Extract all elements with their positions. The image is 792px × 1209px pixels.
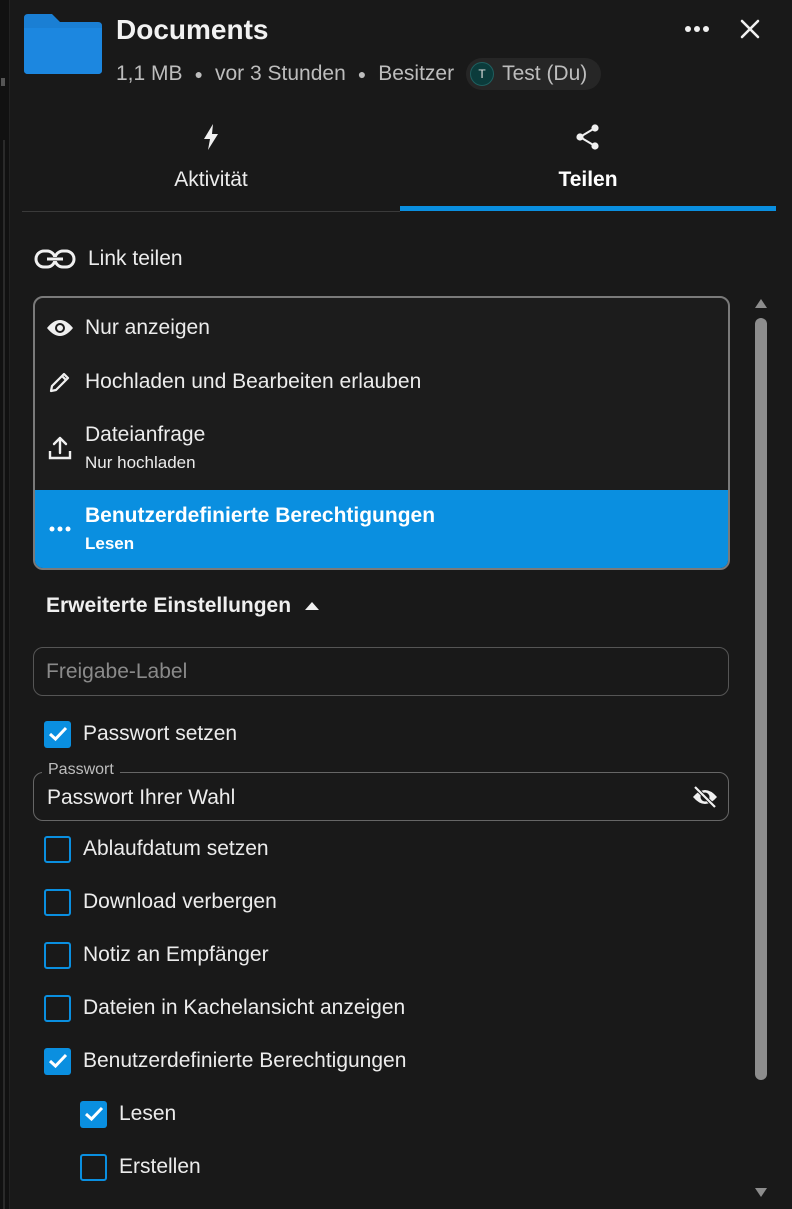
- menu-item-upload-edit[interactable]: Hochladen und Bearbeiten erlauben: [35, 360, 728, 404]
- checkbox-unchecked-icon: [44, 835, 71, 863]
- tab-share[interactable]: Teilen: [400, 120, 776, 212]
- checkbox-unchecked-icon: [44, 994, 71, 1022]
- eye-off-icon: [693, 785, 717, 809]
- chevron-up-icon: [305, 602, 320, 610]
- grid-view-checkbox[interactable]: Dateien in Kachelansicht anzeigen: [44, 993, 405, 1023]
- checkbox-unchecked-icon: [44, 941, 71, 969]
- checkbox-label: Ablaufdatum setzen: [83, 837, 269, 860]
- upload-icon: [35, 435, 85, 461]
- file-modified: vor 3 Stunden: [215, 62, 346, 85]
- tab-label: Teilen: [558, 168, 618, 191]
- menu-item-custom-permissions[interactable]: Benutzerdefinierte Berechtigungen Lesen: [35, 490, 728, 568]
- menu-item-view-only[interactable]: Nur anzeigen: [35, 306, 728, 350]
- owner-name: Test (Du): [502, 62, 588, 85]
- checkbox-unchecked-icon: [44, 888, 71, 916]
- checkbox-label: Download verbergen: [83, 890, 277, 913]
- scroll-up-arrow-icon[interactable]: [754, 296, 768, 308]
- file-size: 1,1 MB: [116, 62, 183, 85]
- share-link-button[interactable]: Link teilen: [34, 244, 183, 274]
- checkbox-checked-icon: [44, 1047, 71, 1075]
- advanced-settings-toggle[interactable]: Erweiterte Einstellungen: [46, 594, 320, 618]
- link-icon: [34, 249, 76, 269]
- expiry-date-checkbox[interactable]: Ablaufdatum setzen: [44, 834, 269, 864]
- separator-dot: ●: [194, 66, 203, 82]
- custom-permissions-checkbox[interactable]: Benutzerdefinierte Berechtigungen: [44, 1046, 406, 1076]
- share-label-input[interactable]: [33, 647, 729, 696]
- checkbox-label: Lesen: [119, 1102, 177, 1125]
- scrollbar-thumb[interactable]: [755, 318, 767, 1080]
- active-tab-indicator: [400, 206, 776, 211]
- owner-label: Besitzer: [378, 62, 455, 85]
- checkbox-checked-icon: [44, 720, 71, 748]
- checkbox-unchecked-icon: [80, 1153, 107, 1181]
- share-icon: [575, 120, 601, 154]
- menu-item-sublabel: Lesen: [85, 534, 135, 553]
- password-field-legend: Passwort: [42, 761, 120, 779]
- menu-item-sublabel: Nur hochladen: [85, 453, 196, 472]
- avatar: T: [470, 62, 495, 86]
- note-to-recipient-checkbox[interactable]: Notiz an Empfänger: [44, 940, 269, 970]
- close-icon: [740, 19, 760, 39]
- more-icon: [35, 526, 85, 532]
- tab-activity[interactable]: Aktivität: [22, 120, 400, 212]
- tabs-divider: [22, 211, 400, 212]
- tab-label: Aktivität: [174, 168, 248, 191]
- more-actions-button[interactable]: [680, 12, 714, 46]
- owner-chip[interactable]: T Test (Du): [466, 58, 602, 90]
- advanced-settings-label: Erweiterte Einstellungen: [46, 594, 292, 617]
- create-permission-checkbox[interactable]: Erstellen: [80, 1152, 201, 1182]
- eye-icon: [35, 318, 85, 338]
- more-icon: [685, 26, 709, 32]
- scroll-down-arrow-icon[interactable]: [754, 1186, 768, 1198]
- panel-divider: [3, 140, 5, 1209]
- menu-item-label: Benutzerdefinierte Berechtigungen: [85, 504, 436, 527]
- checkbox-label: Notiz an Empfänger: [83, 943, 269, 966]
- share-link-label: Link teilen: [88, 247, 183, 270]
- menu-item-file-request[interactable]: Dateianfrage Nur hochladen: [35, 416, 728, 480]
- checkbox-label: Dateien in Kachelansicht anzeigen: [83, 996, 406, 1019]
- hide-download-checkbox[interactable]: Download verbergen: [44, 887, 277, 917]
- set-password-checkbox[interactable]: Passwort setzen: [44, 719, 237, 749]
- menu-item-label: Nur anzeigen: [85, 316, 210, 339]
- menu-item-label: Hochladen und Bearbeiten erlauben: [85, 370, 422, 393]
- read-permission-checkbox[interactable]: Lesen: [80, 1099, 176, 1129]
- password-value[interactable]: Passwort Ihrer Wahl: [47, 786, 235, 810]
- close-button[interactable]: [733, 12, 767, 46]
- checkbox-label: Erstellen: [119, 1155, 201, 1178]
- checkbox-label: Passwort setzen: [83, 722, 238, 745]
- checkbox-checked-icon: [80, 1100, 107, 1128]
- folder-icon: [22, 12, 104, 76]
- separator-dot: ●: [357, 66, 367, 82]
- menu-item-label: Dateianfrage: [85, 423, 206, 446]
- file-meta: 1,1 MB ● vor 3 Stunden ● Besitzer T Test…: [116, 58, 602, 90]
- left-panel-edge: [0, 0, 10, 1209]
- file-title: Documents: [116, 14, 269, 45]
- permission-menu: Nur anzeigen Hochladen und Bearbeiten er…: [33, 296, 730, 570]
- pencil-icon: [35, 370, 85, 394]
- lightning-icon: [202, 120, 220, 154]
- collapse-caret-icon[interactable]: [1, 78, 5, 86]
- toggle-password-visibility-button[interactable]: [690, 783, 720, 811]
- checkbox-label: Benutzerdefinierte Berechtigungen: [83, 1049, 407, 1072]
